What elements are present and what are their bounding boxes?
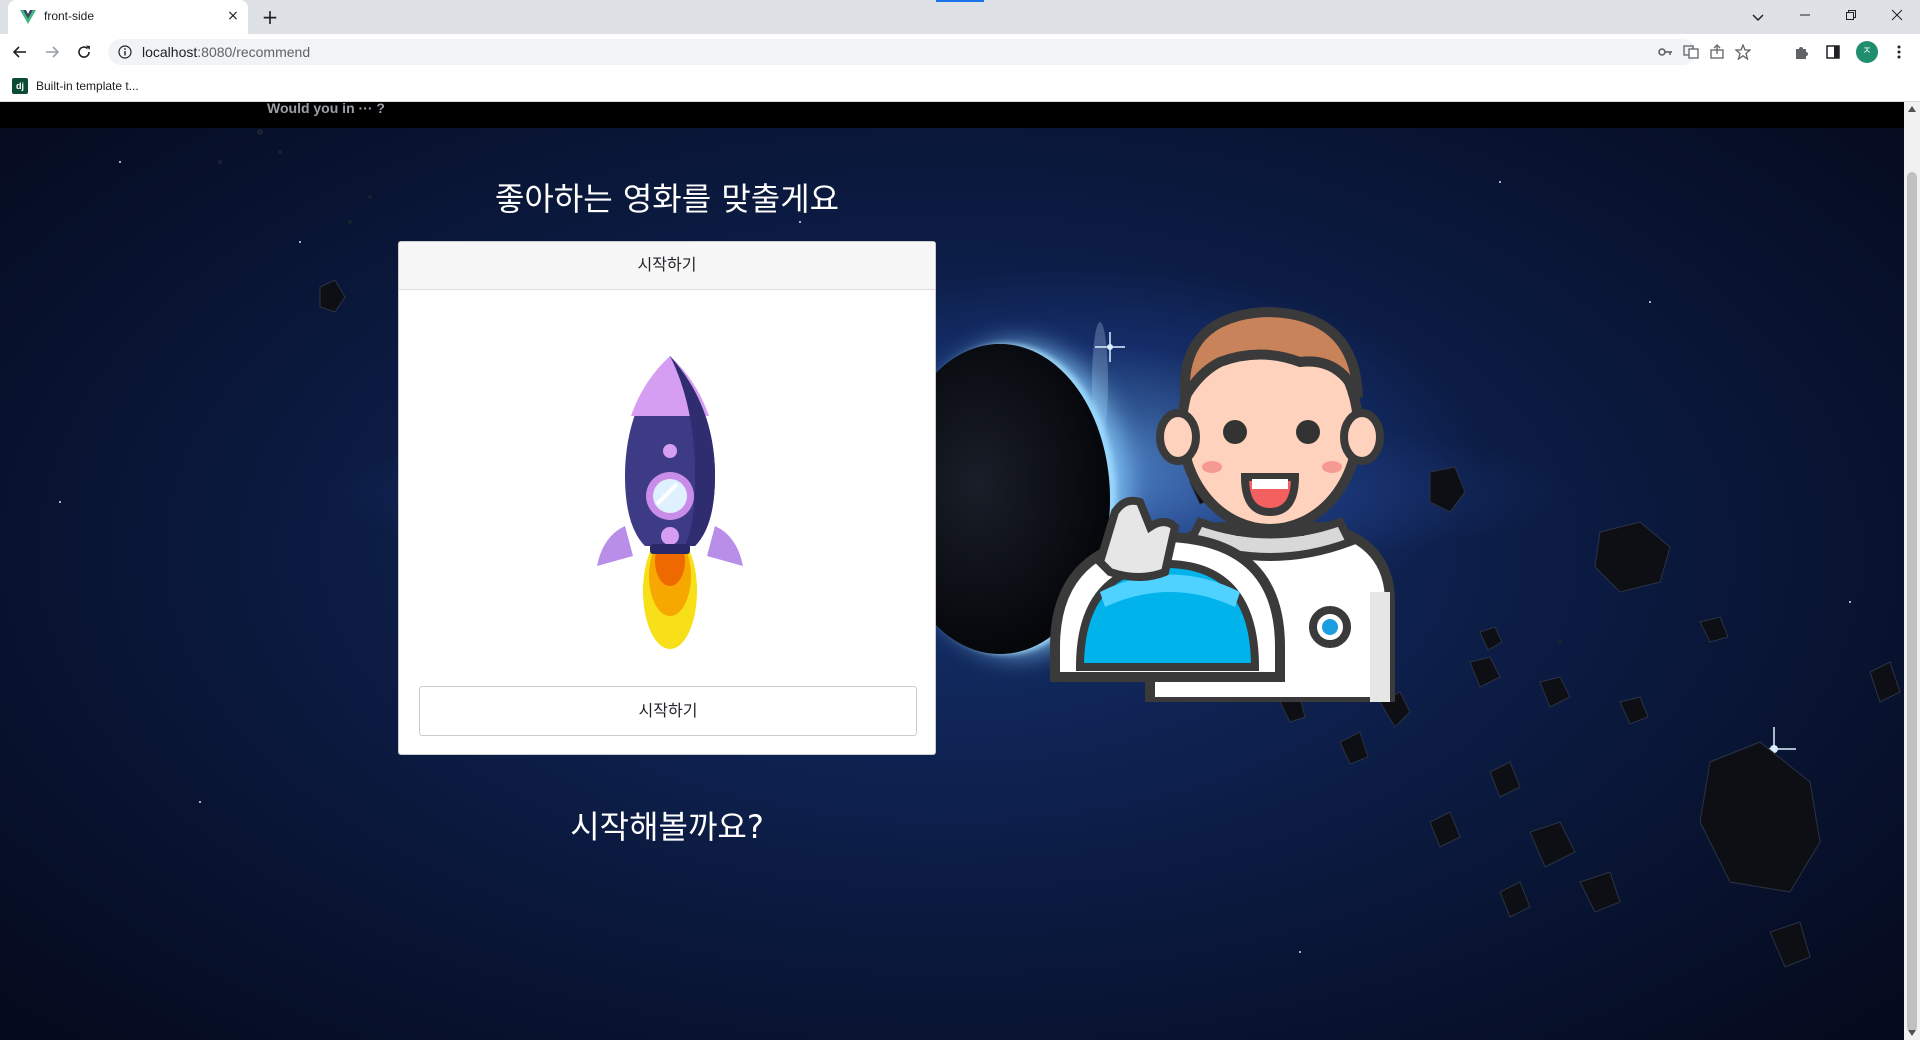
scrollbar-thumb[interactable] [1907,172,1917,1032]
reload-button[interactable] [72,40,96,64]
browser-tab[interactable]: front-side × [8,0,248,34]
site-info-icon[interactable] [118,45,132,59]
side-panel-icon[interactable] [1822,41,1844,63]
minimize-button[interactable] [1782,0,1828,30]
start-card: 시작하기 시작하기 [398,241,936,755]
astronaut-illustration [1050,306,1395,702]
back-button[interactable] [8,40,32,64]
minimize-icon [1800,14,1810,16]
page-headline: 좋아하는 영화를 맞출게요 [494,180,840,218]
card-header: 시작하기 [399,242,935,290]
vue-logo-icon [20,10,36,24]
site-navbar: Would you in ··· ? [0,102,1904,128]
url-path: :8080/recommend [197,44,311,60]
password-key-icon[interactable] [1654,41,1676,63]
more-menu-icon[interactable] [1888,41,1910,63]
restore-icon [1846,10,1856,20]
bookmark-item[interactable]: dj Built-in template t... [12,76,139,96]
reload-icon [78,45,90,58]
arrow-right-icon [46,46,60,58]
close-window-button[interactable] [1874,0,1920,30]
scroll-up-arrow-icon[interactable] [1908,106,1916,112]
url-host: localhost [142,44,198,60]
bookmark-label: Built-in template t... [36,79,139,93]
start-button[interactable]: 시작하기 [419,686,917,736]
vertical-scrollbar[interactable] [1904,102,1920,1040]
bottom-prompt: 시작해볼까요? [570,808,764,846]
new-tab-button[interactable]: + [258,6,282,30]
close-icon [1891,9,1903,21]
tab-search-chevron-icon[interactable] [1748,7,1768,27]
restore-button[interactable] [1828,0,1874,30]
django-favicon-icon: dj [12,78,28,94]
page-viewport: Would you in ··· ? 좋아하는 영화를 맞출게요 시작하기 시작… [0,102,1904,1040]
profile-avatar[interactable]: ㅈ [1856,41,1878,63]
share-icon[interactable] [1706,41,1728,63]
extensions-puzzle-icon[interactable] [1790,41,1812,63]
tab-strip-accent [936,0,984,2]
bookmarks-bar: dj Built-in template t... [0,70,1920,102]
scroll-down-arrow-icon[interactable] [1908,1030,1916,1036]
tab-title: front-side [44,9,95,23]
forward-button[interactable] [40,40,64,64]
rocket-icon [597,356,743,649]
address-bar[interactable]: localhost:8080/recommend [108,39,1751,65]
bookmark-star-icon[interactable] [1732,41,1754,63]
translate-icon[interactable] [1680,41,1702,63]
browser-tab-strip: front-side × + [0,0,1920,34]
url-text: localhost:8080/recommend [142,44,310,60]
tab-close-icon[interactable]: × [224,7,242,25]
arrow-left-icon [12,46,26,58]
browser-toolbar: localhost:8080/recommend ㅈ [0,34,1920,70]
site-brand[interactable]: Would you in ··· ? [267,102,385,116]
